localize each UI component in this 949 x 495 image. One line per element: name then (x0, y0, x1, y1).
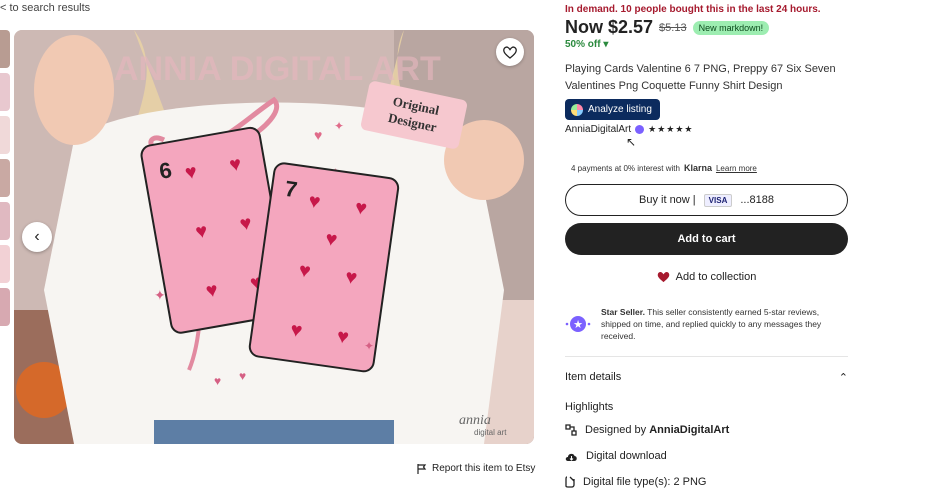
klarna-text: 4 payments at 0% interest with (571, 164, 680, 173)
thumbnail[interactable] (0, 288, 10, 326)
highlight-file-type: Digital file type(s): 2 PNG (565, 476, 706, 488)
designer-name-link[interactable]: AnniaDigitalArt (649, 424, 729, 436)
file-icon (565, 476, 575, 488)
watermark: ANNIA DIGITAL ART (114, 50, 441, 88)
thumbnail[interactable] (0, 245, 10, 283)
thumbnail[interactable] (0, 202, 10, 240)
heart-outline-icon (503, 45, 517, 59)
visa-card-icon: VISA (703, 193, 733, 207)
markdown-badge: New markdown! (692, 20, 770, 35)
highlights-heading: Highlights (565, 401, 614, 413)
discount-label: 50% off ▾ (565, 39, 609, 50)
original-price: $5.13 (659, 21, 687, 34)
star-seller-description: Star Seller. This seller consistently ea… (601, 307, 822, 341)
svg-text:♥: ♥ (239, 369, 246, 383)
watermark-logo-line-2: digital art (474, 428, 507, 437)
thumbnail[interactable] (0, 116, 10, 154)
chevron-down-icon: ▾ (603, 39, 609, 50)
back-to-search-link[interactable]: < to search results (0, 2, 90, 14)
highlight-digital-download: Digital download (565, 450, 667, 462)
item-details-label: Item details (565, 371, 622, 383)
star-seller-icon: ★ (565, 310, 591, 338)
star-seller-badge-icon (635, 125, 645, 134)
heart-filled-icon (657, 272, 669, 283)
chevron-left-icon: ‹ (34, 228, 40, 245)
cloud-download-icon (565, 453, 577, 461)
svg-text:♥: ♥ (214, 374, 221, 388)
highlight-designer: Designed by AnniaDigitalArt (565, 424, 729, 436)
item-details-toggle[interactable]: Item details ⌃ (565, 371, 848, 384)
pinwheel-icon (571, 103, 583, 116)
rating-stars: ★★★★★ (648, 124, 694, 134)
add-to-collection-button[interactable]: Add to collection (565, 271, 848, 283)
previous-image-button[interactable]: ‹ (22, 222, 52, 252)
buy-it-now-label: Buy it now | (639, 194, 696, 206)
mouse-cursor-icon: ↖ (626, 135, 637, 149)
star-seller-section: ★ Star Seller. This seller consistently … (565, 306, 848, 342)
current-price: Now $2.57 (565, 17, 654, 37)
card-last-digits: ...8188 (740, 194, 774, 206)
report-label: Report this item to Etsy (432, 463, 536, 474)
add-to-collection-label: Add to collection (675, 271, 757, 283)
seller-info: AnniaDigitalArt ★★★★★ (565, 124, 694, 135)
product-title: Playing Cards Valentine 6 7 PNG, Preppy … (565, 63, 836, 92)
flag-icon (417, 463, 427, 474)
klarna-logo: Klarna (683, 163, 712, 173)
divider (565, 356, 848, 357)
report-item-link[interactable]: Report this item to Etsy (417, 463, 535, 474)
thumbnail[interactable] (0, 159, 10, 197)
demand-notice: In demand. 10 people bought this in the … (565, 4, 821, 15)
designer-icon (565, 424, 577, 436)
analyze-listing-label: Analyze listing (588, 104, 652, 115)
price-row: Now $2.57 $5.13 New markdown! (565, 17, 770, 38)
favorite-button[interactable] (496, 38, 524, 66)
svg-text:✦: ✦ (334, 119, 344, 133)
svg-text:✦: ✦ (154, 287, 166, 303)
thumbnail-strip (0, 30, 10, 331)
product-image[interactable]: ANNIA DIGITAL ART Original Designer 6 ♥ … (14, 30, 534, 444)
chevron-up-icon: ⌃ (838, 372, 848, 384)
klarna-notice: 4 payments at 0% interest with Klarna Le… (571, 163, 757, 173)
product-photo: ANNIA DIGITAL ART Original Designer 6 ♥ … (14, 30, 534, 444)
thumbnail[interactable] (0, 30, 10, 68)
svg-text:♥: ♥ (314, 127, 322, 143)
watermark-logo-line-1: annia (459, 413, 491, 428)
seller-name-link[interactable]: AnniaDigitalArt (565, 124, 631, 135)
analyze-listing-button[interactable]: Analyze listing (565, 99, 660, 120)
add-to-cart-button[interactable]: Add to cart (565, 223, 848, 255)
svg-text:★: ★ (573, 319, 583, 331)
thumbnail[interactable] (0, 73, 10, 111)
klarna-learn-more-link[interactable]: Learn more (716, 164, 757, 173)
buy-it-now-button[interactable]: Buy it now | VISA ...8188 (565, 184, 848, 216)
svg-text:✦: ✦ (364, 339, 374, 353)
